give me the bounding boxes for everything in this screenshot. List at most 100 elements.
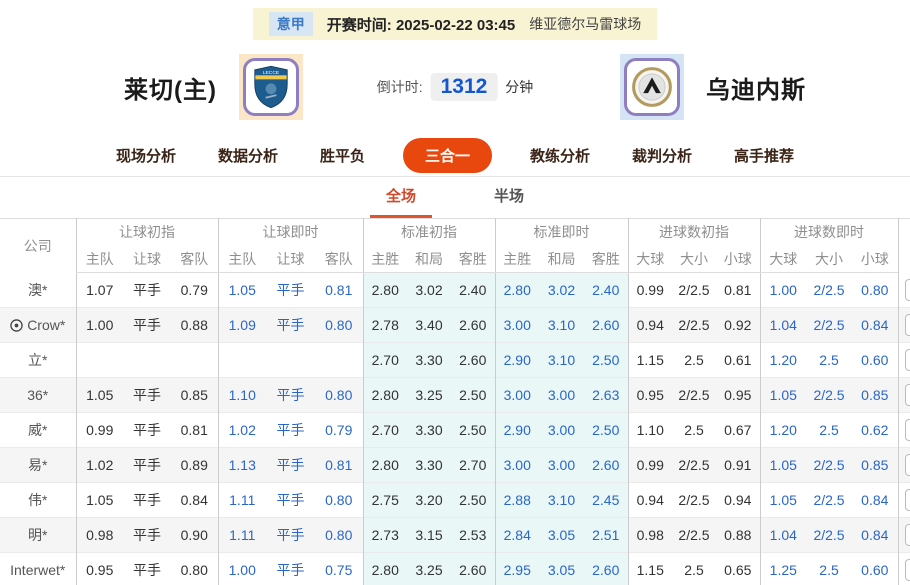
odds-cell[interactable]: 2.5: [672, 553, 716, 585]
odds-cell[interactable]: 3.25: [407, 552, 451, 585]
odds-cell[interactable]: 平手: [123, 448, 171, 483]
bookmaker-cell[interactable]: 明*: [0, 518, 76, 553]
odds-cell[interactable]: 2/2.5: [806, 518, 852, 553]
odds-cell[interactable]: 平手: [123, 413, 171, 448]
odds-cell[interactable]: 2.60: [451, 552, 495, 585]
odds-cell[interactable]: 3.00: [494, 447, 539, 483]
odds-cell[interactable]: 0.95: [716, 378, 760, 413]
odds-cell[interactable]: 2.90: [494, 412, 539, 448]
odds-cell[interactable]: 3.00: [539, 412, 584, 448]
odds-cell[interactable]: 平手: [123, 553, 171, 585]
odds-cell[interactable]: 2.78: [362, 307, 407, 343]
odds-cell[interactable]: 3.10: [539, 342, 584, 378]
tab-data-analysis[interactable]: 数据分析: [214, 139, 282, 172]
odds-cell[interactable]: 2/2.5: [806, 483, 852, 518]
odds-cell[interactable]: 2.5: [672, 343, 716, 378]
odds-cell[interactable]: 0.75: [315, 553, 363, 585]
odds-cell[interactable]: 0.80: [315, 378, 363, 413]
odds-cell[interactable]: 0.99: [75, 412, 123, 448]
odds-cell[interactable]: 2.5: [806, 553, 852, 585]
odds-cell[interactable]: 1.15: [627, 552, 672, 585]
odds-cell[interactable]: 2.95: [494, 552, 539, 585]
odds-cell[interactable]: 2.50: [584, 342, 628, 378]
odds-cell[interactable]: 2.70: [362, 412, 407, 448]
odds-cell[interactable]: 3.15: [407, 517, 451, 553]
odds-cell[interactable]: 0.80: [315, 308, 363, 343]
odds-cell[interactable]: 3.30: [407, 412, 451, 448]
odds-cell[interactable]: 0.80: [315, 483, 363, 518]
odds-cell[interactable]: 2/2.5: [672, 273, 716, 308]
odds-cell[interactable]: 3.05: [539, 552, 584, 585]
bookmaker-cell[interactable]: 易*: [0, 448, 76, 483]
odds-cell[interactable]: 0.80: [315, 518, 363, 553]
odds-cell[interactable]: 2.40: [584, 272, 628, 308]
odds-cell[interactable]: 1.00: [217, 552, 266, 585]
odds-cell[interactable]: 平手: [123, 483, 171, 518]
odds-cell[interactable]: 3.02: [407, 272, 451, 308]
odds-cell[interactable]: 平手: [266, 448, 315, 483]
odds-cell[interactable]: 2.70: [362, 342, 407, 378]
odds-cell[interactable]: 2.53: [451, 517, 495, 553]
odds-cell[interactable]: 2.40: [451, 272, 495, 308]
odds-cell[interactable]: 0.61: [716, 343, 760, 378]
row-more-button[interactable]: [904, 314, 910, 336]
bookmaker-cell[interactable]: 立*: [0, 343, 76, 378]
odds-cell[interactable]: 2/2.5: [806, 308, 852, 343]
odds-cell[interactable]: 0.84: [852, 518, 898, 553]
odds-cell[interactable]: 2.90: [494, 342, 539, 378]
odds-cell[interactable]: 0.95: [75, 552, 123, 585]
odds-cell[interactable]: 0.89: [171, 448, 218, 483]
odds-cell[interactable]: 0.62: [852, 413, 898, 448]
odds-cell[interactable]: 1.05: [75, 482, 123, 518]
tab-live-analysis[interactable]: 现场分析: [112, 139, 180, 172]
odds-cell[interactable]: 1.02: [217, 412, 266, 448]
odds-cell[interactable]: 平手: [266, 483, 315, 518]
odds-cell[interactable]: 平手: [266, 273, 315, 308]
odds-cell[interactable]: 3.02: [539, 272, 584, 308]
odds-cell[interactable]: 2/2.5: [806, 273, 852, 308]
odds-cell[interactable]: 0.81: [315, 448, 363, 483]
odds-cell[interactable]: 平手: [266, 413, 315, 448]
odds-cell[interactable]: 1.11: [217, 482, 266, 518]
tab-win-draw-loss[interactable]: 胜平负: [316, 139, 369, 172]
row-more-button[interactable]: [904, 419, 910, 441]
odds-cell[interactable]: 0.85: [171, 378, 218, 413]
odds-cell[interactable]: 平手: [266, 308, 315, 343]
subtab-full-match[interactable]: 全场: [369, 177, 432, 218]
odds-cell[interactable]: 2.88: [494, 482, 539, 518]
odds-cell[interactable]: 0.92: [716, 308, 760, 343]
odds-cell[interactable]: 2.5: [672, 413, 716, 448]
odds-cell[interactable]: 1.02: [75, 447, 123, 483]
odds-cell[interactable]: 3.30: [407, 447, 451, 483]
bookmaker-cell[interactable]: 伟*: [0, 483, 76, 518]
odds-cell[interactable]: 0.98: [75, 517, 123, 553]
odds-cell[interactable]: 2.50: [451, 412, 495, 448]
row-more-button[interactable]: [904, 559, 910, 581]
odds-cell[interactable]: 3.00: [539, 447, 584, 483]
odds-cell[interactable]: 3.00: [539, 377, 584, 413]
odds-cell[interactable]: 2.50: [451, 482, 495, 518]
odds-cell[interactable]: 平手: [123, 273, 171, 308]
bookmaker-cell[interactable]: Interwet*: [0, 553, 76, 585]
odds-cell[interactable]: 0.80: [852, 273, 898, 308]
odds-cell[interactable]: 2.60: [451, 342, 495, 378]
odds-cell[interactable]: 0.84: [852, 483, 898, 518]
odds-cell[interactable]: 1.00: [75, 307, 123, 343]
odds-cell[interactable]: 平手: [123, 378, 171, 413]
odds-cell[interactable]: 0.79: [171, 273, 218, 308]
odds-cell[interactable]: 3.20: [407, 482, 451, 518]
odds-cell[interactable]: 3.05: [539, 517, 584, 553]
odds-cell[interactable]: 3.00: [494, 307, 539, 343]
odds-cell[interactable]: 0.88: [171, 308, 218, 343]
odds-cell[interactable]: 2.80: [362, 272, 407, 308]
odds-cell[interactable]: 0.79: [315, 413, 363, 448]
odds-cell[interactable]: 2.80: [362, 447, 407, 483]
odds-cell[interactable]: 2/2.5: [672, 483, 716, 518]
odds-cell[interactable]: 1.13: [217, 447, 266, 483]
odds-cell[interactable]: 平手: [266, 553, 315, 585]
odds-cell[interactable]: 2.73: [362, 517, 407, 553]
odds-cell[interactable]: 3.40: [407, 307, 451, 343]
odds-cell[interactable]: 2.80: [362, 377, 407, 413]
tab-expert-picks[interactable]: 高手推荐: [730, 139, 798, 172]
odds-cell[interactable]: 3.25: [407, 377, 451, 413]
